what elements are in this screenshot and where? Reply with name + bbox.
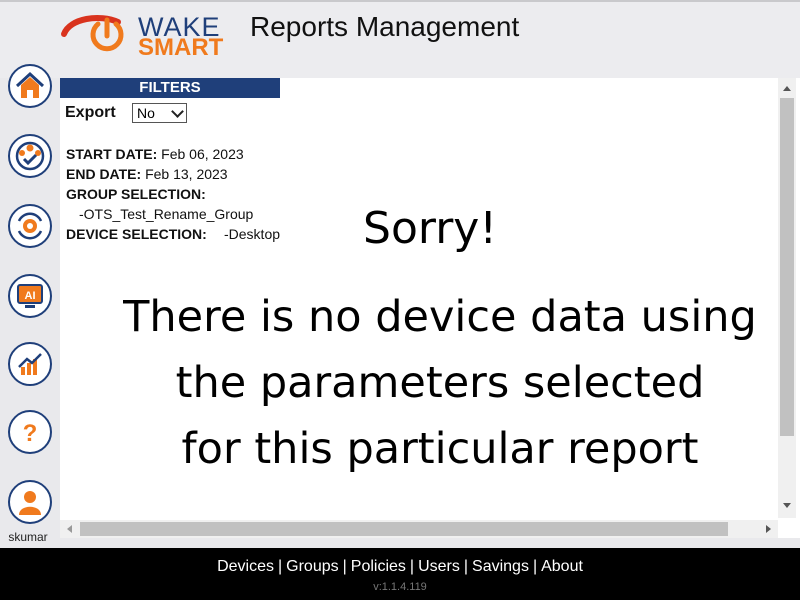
start-date-row: START DATE: Feb 06, 2023 <box>66 146 244 162</box>
footer-link-policies[interactable]: Policies <box>351 558 406 575</box>
export-select-value: No <box>137 105 155 121</box>
footer-separator: | <box>463 558 469 575</box>
scroll-down-icon[interactable] <box>778 498 796 514</box>
group-selection-label-row: GROUP SELECTION: <box>66 186 206 202</box>
savings-chart-icon <box>18 353 42 375</box>
footer-link-devices[interactable]: Devices <box>217 558 274 575</box>
version-label: v:1.1.4.119 <box>373 581 427 593</box>
username-label: skumar <box>8 530 48 544</box>
end-date-value: Feb 13, 2023 <box>145 166 228 182</box>
logo-text-smart: SMART <box>138 34 224 61</box>
sidebar-item-help[interactable]: ? <box>8 410 52 454</box>
svg-text:AI: AI <box>25 290 36 302</box>
help-icon: ? <box>23 420 38 447</box>
chevron-down-icon <box>171 105 184 118</box>
sidebar-item-savings[interactable] <box>8 342 52 386</box>
export-label: Export <box>65 104 116 121</box>
vertical-scroll-thumb[interactable] <box>780 98 794 436</box>
header: WAKE SMART Reports Management <box>0 2 800 78</box>
sorry-heading: Sorry! <box>363 203 497 254</box>
sidebar-item-policies[interactable] <box>8 204 52 248</box>
device-selection-label: DEVICE SELECTION: <box>66 226 207 242</box>
page-title: Reports Management <box>250 11 520 42</box>
start-date-value: Feb 06, 2023 <box>161 146 244 162</box>
sidebar: AI ? skumar <box>0 58 60 548</box>
footer-separator: | <box>409 558 415 575</box>
vertical-scrollbar[interactable] <box>778 78 796 518</box>
power-logo-icon <box>61 15 124 52</box>
footer-link-groups[interactable]: Groups <box>286 558 338 575</box>
scroll-right-icon[interactable] <box>760 520 776 538</box>
sidebar-item-home[interactable] <box>8 64 52 108</box>
footer-link-savings[interactable]: Savings <box>472 558 529 575</box>
user-profile-icon <box>19 491 41 515</box>
horizontal-scrollbar[interactable] <box>60 520 778 538</box>
footer-separator: | <box>278 558 283 575</box>
end-date-label: END DATE: <box>66 166 142 182</box>
no-data-message-line3: for this particular report <box>181 424 699 474</box>
horizontal-scroll-thumb[interactable] <box>80 522 728 536</box>
sidebar-item-ai[interactable]: AI <box>8 274 52 318</box>
policy-gear-icon <box>17 212 43 240</box>
filters-heading: FILTERS <box>60 78 280 98</box>
footer-link-users[interactable]: Users <box>418 558 460 575</box>
footer-link-about[interactable]: About <box>541 558 583 575</box>
start-date-label: START DATE: <box>66 146 158 162</box>
end-date-row: END DATE: Feb 13, 2023 <box>66 166 228 182</box>
no-data-message-line2: the parameters selected <box>175 358 705 408</box>
footer-separator: | <box>342 558 347 575</box>
group-selection-value: -OTS_Test_Rename_Group <box>79 206 254 222</box>
group-selection-label: GROUP SELECTION: <box>66 186 206 202</box>
wakesmart-logo: WAKE SMART <box>60 10 230 61</box>
scroll-left-icon[interactable] <box>62 520 78 538</box>
footer-nav: Devices | Groups | Policies | Users | Savings | Ab… <box>0 558 800 576</box>
footer-separator: | <box>532 558 538 575</box>
sidebar-item-profile[interactable] <box>8 480 52 524</box>
report-content: FILTERS Export No START DATE: Feb 06, 20… <box>60 78 800 538</box>
home-icon <box>15 71 45 98</box>
no-data-message-line1: There is no device data using <box>123 292 757 342</box>
ai-monitor-icon: AI <box>17 284 43 308</box>
device-selection-row: DEVICE SELECTION: <box>66 226 207 242</box>
export-select[interactable]: No <box>132 103 187 123</box>
sidebar-item-groups[interactable] <box>8 134 52 178</box>
footer: Devices | Groups | Policies | Users | Savings | Ab… <box>0 548 800 600</box>
svg-text:?: ? <box>23 420 38 447</box>
users-group-icon <box>15 141 45 171</box>
scroll-up-icon[interactable] <box>778 80 796 96</box>
